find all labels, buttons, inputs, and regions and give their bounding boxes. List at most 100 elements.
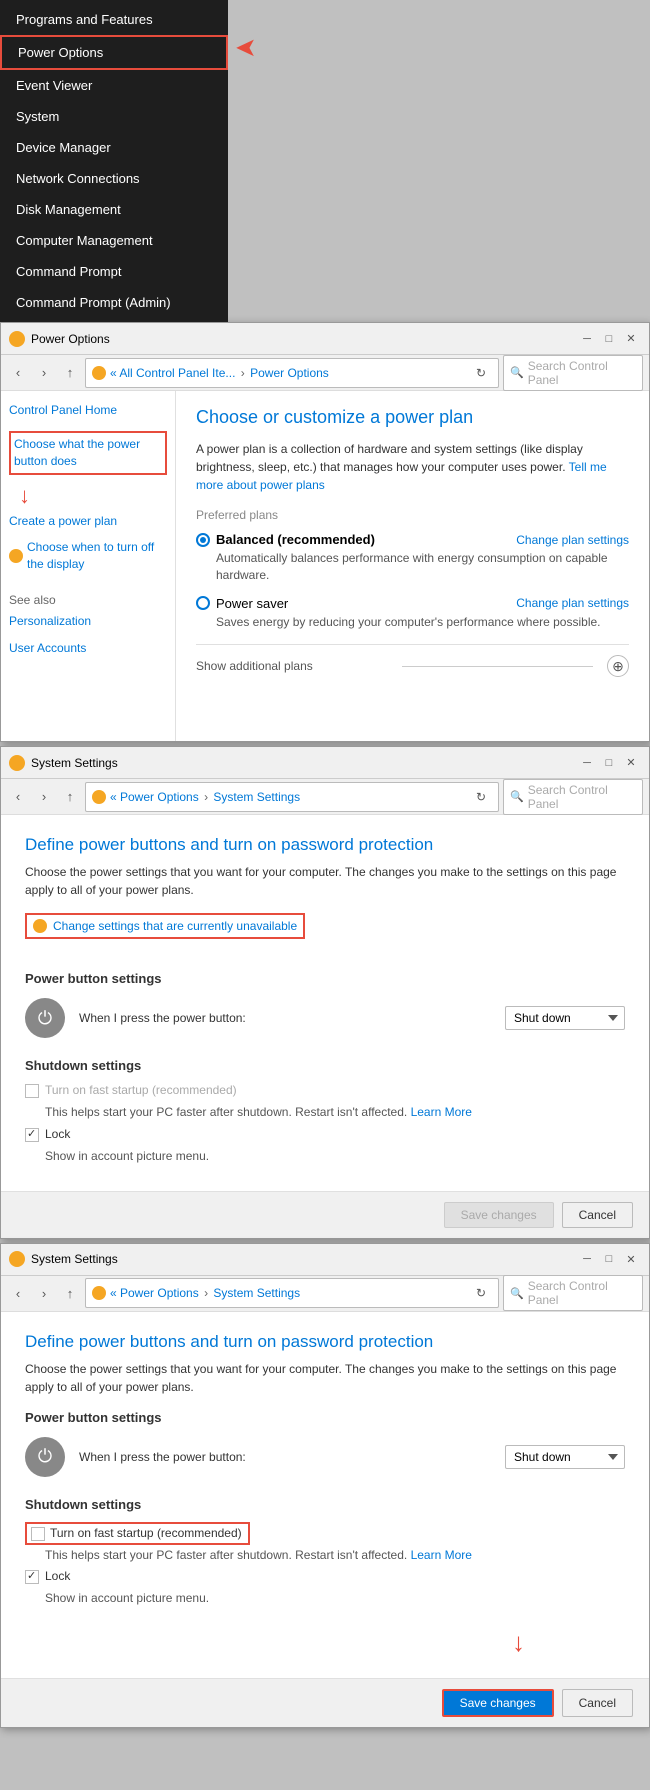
context-menu-item-disk-management[interactable]: Disk Management xyxy=(0,194,228,225)
power-icon: ⏻ xyxy=(25,998,65,1038)
sys2-body: Define power buttons and turn on passwor… xyxy=(1,1312,649,1679)
radio-balanced[interactable] xyxy=(196,533,210,547)
context-menu-item-device-manager[interactable]: Device Manager xyxy=(0,132,228,163)
sys2-search-placeholder: Search Control Panel xyxy=(528,1279,636,1307)
sys2-power-button-dropdown[interactable]: Shut down xyxy=(505,1445,625,1469)
sys2-footer: Save changes Cancel xyxy=(1,1678,649,1727)
sys2-lock-row: Lock xyxy=(25,1569,625,1584)
turn-off-display-link[interactable]: Choose when to turn off the display xyxy=(27,539,167,573)
change-settings-link[interactable]: Change settings that are currently unava… xyxy=(25,913,305,939)
power-btn-row: ⏻ When I press the power button: Shut do… xyxy=(25,998,625,1038)
fast-startup-desc: This helps start your PC faster after sh… xyxy=(45,1104,625,1121)
sys1-save-button[interactable]: Save changes xyxy=(444,1202,554,1228)
sys2-address-path[interactable]: « Power Options › System Settings ↻ xyxy=(85,1278,499,1308)
sys1-address-path[interactable]: « Power Options › System Settings ↻ xyxy=(85,782,499,812)
sys2-up-button[interactable]: ↑ xyxy=(59,1282,81,1304)
sys1-refresh-button[interactable]: ↻ xyxy=(470,786,492,808)
sys2-power-icon: ⏻ xyxy=(25,1437,65,1477)
expand-icon[interactable]: ⊕ xyxy=(607,655,629,677)
shutdown-section-heading: Shutdown settings xyxy=(25,1058,625,1073)
sys2-lock-desc: Show in account picture menu. xyxy=(45,1590,625,1607)
sys1-search-placeholder: Search Control Panel xyxy=(528,783,636,811)
power-options-main: Choose or customize a power plan A power… xyxy=(176,391,649,741)
sys2-address-bar: ‹ › ↑ « Power Options › System Settings … xyxy=(1,1276,649,1312)
refresh-button[interactable]: ↻ xyxy=(470,362,492,384)
arrow-save-changes: ↓ xyxy=(25,1627,525,1658)
sys2-search-box[interactable]: 🔍 Search Control Panel xyxy=(503,1275,643,1311)
sys2-cancel-button[interactable]: Cancel xyxy=(562,1689,633,1717)
context-menu-item-network-connections[interactable]: Network Connections xyxy=(0,163,228,194)
sys1-close-button[interactable]: ✕ xyxy=(621,753,641,773)
up-button[interactable]: ↑ xyxy=(59,362,81,384)
sys2-refresh-button[interactable]: ↻ xyxy=(470,1282,492,1304)
sys2-heading: Define power buttons and turn on passwor… xyxy=(25,1332,625,1352)
sys1-search-box[interactable]: 🔍 Search Control Panel xyxy=(503,779,643,815)
power-options-window-icon xyxy=(9,331,25,347)
context-menu-item-power-options[interactable]: Power Options xyxy=(0,35,228,70)
sys1-minimize-button[interactable]: ─ xyxy=(577,753,597,773)
choose-power-button-link[interactable]: Choose what the power button does xyxy=(9,431,167,475)
context-menu-item-system[interactable]: System xyxy=(0,101,228,132)
sys1-window-icon-small xyxy=(92,790,106,804)
sys2-maximize-button[interactable]: □ xyxy=(599,1249,619,1269)
search-icon: 🔍 xyxy=(510,366,524,379)
sys2-fast-startup-row: Turn on fast startup (recommended) xyxy=(25,1522,625,1545)
sys1-body: Define power buttons and turn on passwor… xyxy=(1,815,649,1191)
minimize-button[interactable]: ─ xyxy=(577,329,597,349)
context-menu-item-command-prompt-admin[interactable]: Command Prompt (Admin) xyxy=(0,287,228,318)
shield-icon xyxy=(33,919,47,933)
context-menu-item-programs[interactable]: Programs and Features xyxy=(0,4,228,35)
sys1-cancel-button[interactable]: Cancel xyxy=(562,1202,633,1228)
close-button[interactable]: ✕ xyxy=(621,329,641,349)
fast-startup-highlight-box: Turn on fast startup (recommended) xyxy=(25,1522,250,1545)
sys1-back-button[interactable]: ‹ xyxy=(7,786,29,808)
context-menu-item-computer-management[interactable]: Computer Management xyxy=(0,225,228,256)
fast-startup-checkbox[interactable] xyxy=(25,1084,39,1098)
sys2-close-button[interactable]: ✕ xyxy=(621,1249,641,1269)
user-accounts-link[interactable]: User Accounts xyxy=(9,640,167,657)
plan-balanced: Balanced (recommended) Change plan setti… xyxy=(196,532,629,584)
show-additional-plans[interactable]: Show additional plans ⊕ xyxy=(196,644,629,677)
power-button-section-heading: Power button settings xyxy=(25,971,625,986)
learn-more-link-1[interactable]: Learn More xyxy=(411,1105,472,1119)
context-menu[interactable]: Programs and Features Power Options Even… xyxy=(0,0,228,322)
plan-balanced-desc: Automatically balances performance with … xyxy=(216,550,629,584)
change-plan-balanced[interactable]: Change plan settings xyxy=(516,533,629,547)
control-panel-home-link[interactable]: Control Panel Home xyxy=(9,403,167,417)
sys2-power-button-label: When I press the power button: xyxy=(79,1450,491,1464)
sys2-power-btn-row: ⏻ When I press the power button: Shut do… xyxy=(25,1437,625,1477)
search-box[interactable]: 🔍 Search Control Panel xyxy=(503,355,643,391)
power-button-dropdown[interactable]: Shut down xyxy=(505,1006,625,1030)
sys1-up-button[interactable]: ↑ xyxy=(59,786,81,808)
context-menu-item-command-prompt[interactable]: Command Prompt xyxy=(0,256,228,287)
learn-more-link-2[interactable]: Learn More xyxy=(411,1548,472,1562)
radio-power-saver[interactable] xyxy=(196,596,210,610)
sys2-fast-startup-desc: This helps start your PC faster after sh… xyxy=(45,1547,625,1564)
lock-checkbox[interactable] xyxy=(25,1128,39,1142)
maximize-button[interactable]: □ xyxy=(599,329,619,349)
forward-button[interactable]: › xyxy=(33,362,55,384)
sys2-lock-checkbox[interactable] xyxy=(25,1570,39,1584)
sys2-shutdown-section-heading: Shutdown settings xyxy=(25,1497,625,1512)
address-path[interactable]: « All Control Panel Ite... › Power Optio… xyxy=(85,358,499,388)
create-power-plan-link[interactable]: Create a power plan xyxy=(9,513,167,530)
sys2-forward-button[interactable]: › xyxy=(33,1282,55,1304)
sys-settings-2-icon xyxy=(9,1251,25,1267)
back-button[interactable]: ‹ xyxy=(7,362,29,384)
sys2-power-button-section-heading: Power button settings xyxy=(25,1410,625,1425)
context-menu-item-event-viewer[interactable]: Event Viewer xyxy=(0,70,228,101)
personalization-link[interactable]: Personalization xyxy=(9,613,167,630)
sys1-maximize-button[interactable]: □ xyxy=(599,753,619,773)
sys2-save-button[interactable]: Save changes xyxy=(442,1689,554,1717)
sys2-minimize-button[interactable]: ─ xyxy=(577,1249,597,1269)
sys2-fast-startup-checkbox[interactable] xyxy=(31,1527,45,1541)
sys2-description: Choose the power settings that you want … xyxy=(25,1360,625,1396)
display-icon xyxy=(9,549,23,563)
change-plan-power-saver[interactable]: Change plan settings xyxy=(516,596,629,610)
fast-startup-label: Turn on fast startup (recommended) xyxy=(45,1083,237,1097)
sys2-power-symbol: ⏻ xyxy=(38,1446,52,1467)
show-additional-text: Show additional plans xyxy=(196,659,388,673)
sys2-back-button[interactable]: ‹ xyxy=(7,1282,29,1304)
see-also-label: See also xyxy=(9,593,167,607)
sys1-forward-button[interactable]: › xyxy=(33,786,55,808)
